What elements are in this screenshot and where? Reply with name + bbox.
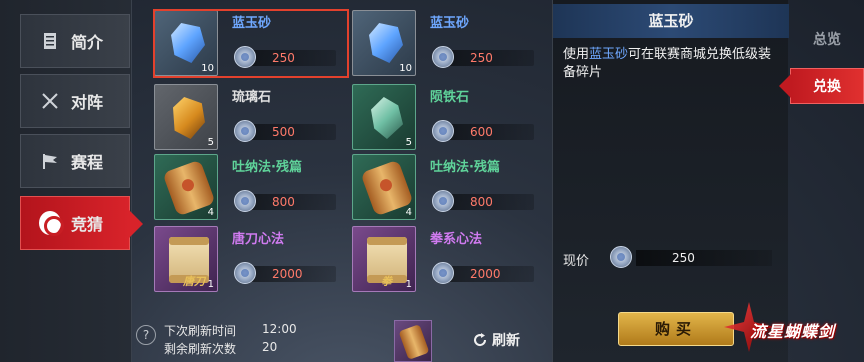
item-qty: 1 — [207, 279, 214, 290]
logo-text: 流星蝴蝶剑 — [750, 322, 836, 341]
item-qty: 4 — [207, 207, 214, 218]
item-name: 蓝玉砂 — [232, 16, 272, 31]
item-name: 琉璃石 — [232, 90, 272, 105]
item-icon-blue-jade-sand: 10 — [154, 10, 218, 76]
crossed-swords-icon — [39, 90, 61, 112]
refresh-button[interactable]: 刷新 — [472, 330, 520, 350]
item-price: 250 — [272, 51, 295, 65]
next-refresh-value: 12:00 — [262, 322, 297, 336]
flag-icon — [39, 150, 61, 172]
item-icon-meteorite: 5 — [352, 84, 416, 150]
nav-item-label: 对阵 — [71, 93, 104, 112]
item-price: 800 — [272, 195, 295, 209]
shop-item[interactable]: 5 琉璃石 500 — [150, 82, 346, 152]
detail-title: 蓝玉砂 — [553, 4, 789, 38]
shop-item[interactable]: 4 吐纳法·残篇 800 — [150, 152, 346, 222]
shop-item[interactable]: 唐刀 1 唐刀心法 2000 — [150, 224, 346, 294]
item-icon-manual: 唐刀 1 — [154, 226, 218, 292]
game-logo: 流星蝴蝶剑 — [710, 298, 860, 358]
refresh-icon — [474, 333, 487, 347]
item-description: 使用蓝玉砂可在联赛商城兑换低级装备碎片 — [563, 46, 779, 82]
item-tag: 唐刀 — [183, 275, 205, 288]
desc-prefix: 使用 — [563, 47, 590, 62]
help-icon[interactable]: ? — [136, 325, 156, 345]
coin-icon — [234, 120, 256, 142]
remaining-refresh-value: 20 — [262, 340, 278, 354]
shop-item[interactable]: 10 蓝玉砂 250 — [150, 8, 346, 78]
item-name: 唐刀心法 — [232, 232, 285, 247]
item-qty: 1 — [405, 279, 412, 290]
coin-icon — [234, 262, 256, 284]
item-price: 2000 — [272, 267, 303, 281]
shop-item[interactable]: 10 蓝玉砂 250 — [348, 8, 544, 78]
nav-item-quiz[interactable]: 竞猜 — [20, 196, 143, 250]
item-qty: 10 — [399, 63, 412, 74]
item-name: 吐纳法·残篇 — [232, 160, 302, 175]
item-icon-blue-jade-sand: 10 — [352, 10, 416, 76]
item-qty: 10 — [201, 63, 214, 74]
featured-item-icon[interactable] — [394, 320, 432, 362]
item-qty: 4 — [405, 207, 412, 218]
item-name: 吐纳法·残篇 — [430, 160, 500, 175]
item-name: 陨铁石 — [430, 90, 470, 105]
item-icon-scroll: 4 — [352, 154, 416, 220]
nav-item-matchup[interactable]: 对阵 — [20, 74, 130, 128]
book-icon — [39, 30, 61, 52]
item-qty: 5 — [207, 137, 214, 148]
target-icon — [39, 211, 64, 236]
price-label: 现价 — [563, 254, 590, 269]
desc-highlight: 蓝玉砂 — [589, 47, 629, 62]
item-name: 蓝玉砂 — [430, 16, 470, 31]
next-refresh-label: 下次刷新时间 — [164, 324, 237, 338]
nav-item-label: 竞猜 — [71, 215, 104, 234]
coin-icon — [610, 246, 632, 268]
item-tag: 拳 — [381, 275, 392, 288]
item-price: 250 — [470, 51, 493, 65]
item-price: 600 — [470, 125, 493, 139]
refresh-label: 刷新 — [492, 333, 520, 349]
coin-icon — [234, 190, 256, 212]
item-icon-manual: 拳1 — [352, 226, 416, 292]
item-qty: 5 — [405, 137, 412, 148]
shop-item[interactable]: 5 陨铁石 600 — [348, 82, 544, 152]
item-name: 拳系心法 — [430, 232, 483, 247]
coin-icon — [234, 46, 256, 68]
remaining-refresh-label: 剩余刷新次数 — [164, 342, 237, 356]
nav-item-label: 简介 — [71, 33, 104, 52]
tab-overview[interactable]: 总览 — [790, 22, 864, 58]
nav-item-label: 赛程 — [71, 153, 104, 172]
coin-icon — [432, 262, 454, 284]
tab-exchange[interactable]: 兑换 — [779, 68, 864, 104]
nav-item-intro[interactable]: 简介 — [20, 14, 130, 68]
coin-icon — [432, 120, 454, 142]
current-price: 250 — [672, 251, 695, 265]
item-icon-scroll: 4 — [154, 154, 218, 220]
coin-icon — [432, 46, 454, 68]
item-price: 2000 — [470, 267, 501, 281]
price-bar — [636, 250, 772, 266]
item-price: 500 — [272, 125, 295, 139]
shop-item[interactable]: 4 吐纳法·残篇 800 — [348, 152, 544, 222]
coin-icon — [432, 190, 454, 212]
left-nav: 简介 对阵 赛程 竞猜 — [0, 0, 143, 362]
shop-item[interactable]: 拳1 拳系心法 2000 — [348, 224, 544, 294]
nav-item-schedule[interactable]: 赛程 — [20, 134, 130, 188]
item-price: 800 — [470, 195, 493, 209]
item-icon-glazed-stone: 5 — [154, 84, 218, 150]
